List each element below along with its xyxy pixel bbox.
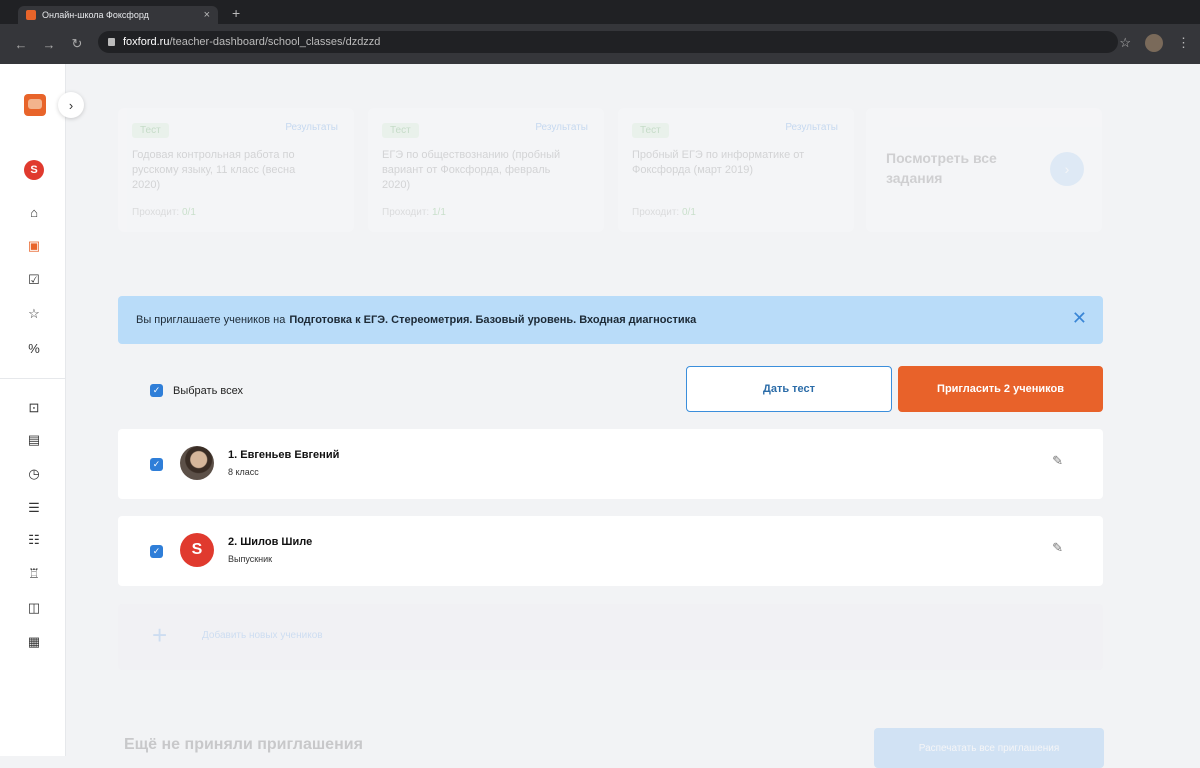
student-row[interactable]: ✓ 1. Евгеньев Евгений 8 класс ✎ bbox=[118, 429, 1103, 499]
student-checkbox[interactable]: ✓ bbox=[150, 458, 163, 471]
trophy-icon[interactable]: ♖ bbox=[26, 566, 42, 582]
task-type-chip: Тест bbox=[132, 123, 169, 138]
select-all-label: Выбрать всех bbox=[173, 384, 243, 397]
results-link[interactable]: Результаты bbox=[285, 122, 338, 133]
progress-label: Проходит: bbox=[132, 207, 180, 218]
close-icon[interactable]: ✕ bbox=[1072, 309, 1087, 327]
student-checkbox[interactable]: ✓ bbox=[150, 545, 163, 558]
progress-value: 0/1 bbox=[682, 207, 696, 218]
favicon-icon bbox=[26, 10, 36, 20]
student-class: Выпускник bbox=[228, 554, 273, 564]
all-tasks-card[interactable]: Посмотреть все задания › bbox=[866, 108, 1102, 232]
task-progress: Проходит: 1/1 bbox=[382, 207, 446, 218]
url-path: /teacher-dashboard/school_classes/dzdzzd bbox=[169, 36, 381, 48]
pending-section-title: Ещё не приняли приглашения bbox=[124, 736, 363, 753]
task-card[interactable]: Тест Результаты ЕГЭ по обществознанию (п… bbox=[368, 108, 604, 232]
foxford-logo-icon[interactable] bbox=[24, 94, 46, 116]
task-title: Годовая контрольная работа по русскому я… bbox=[132, 149, 296, 191]
banner-course-name: Подготовка к ЕГЭ. Стереометрия. Базовый … bbox=[289, 314, 697, 326]
progress-label: Проходит: bbox=[382, 207, 430, 218]
avatar: S bbox=[180, 533, 214, 567]
invite-students-button[interactable]: Пригласить 2 учеников bbox=[898, 366, 1103, 412]
url-input[interactable]: foxford.ru /teacher-dashboard/school_cla… bbox=[98, 31, 1118, 53]
star-icon[interactable]: ☆ bbox=[26, 306, 42, 322]
task-type-chip: Тест bbox=[632, 123, 669, 138]
tab-title: Онлайн-школа Фоксфорд bbox=[42, 10, 149, 20]
select-all-checkbox[interactable]: ✓ bbox=[150, 384, 163, 397]
student-class: 8 класс bbox=[228, 467, 259, 477]
results-link[interactable]: Результаты bbox=[785, 122, 838, 133]
tasks-check-icon[interactable]: ☑ bbox=[26, 272, 42, 288]
progress-value: 1/1 bbox=[432, 207, 446, 218]
book-icon[interactable]: ◫ bbox=[26, 600, 42, 616]
pencil-icon[interactable]: ✎ bbox=[1052, 453, 1063, 469]
square-dot-icon[interactable]: ⊡ bbox=[26, 400, 42, 416]
school-badge[interactable]: S bbox=[24, 160, 44, 180]
sidebar: › S ⌂ ▣ ☑ ☆ % ⊡ ▤ ◷ ☰ ☷ ♖ ◫ ▦ bbox=[0, 64, 84, 756]
reload-icon[interactable]: ↻ bbox=[70, 36, 84, 52]
avatar bbox=[180, 446, 214, 480]
home-icon[interactable]: ⌂ bbox=[26, 204, 42, 220]
back-icon[interactable]: ← bbox=[14, 37, 28, 52]
task-title: ЕГЭ по обществознанию (пробный вариант о… bbox=[382, 149, 561, 191]
student-name: 1. Евгеньев Евгений bbox=[228, 449, 340, 461]
all-tasks-label: Посмотреть все задания bbox=[886, 150, 997, 186]
document-icon[interactable]: ▤ bbox=[26, 432, 42, 448]
notes-icon[interactable]: ▦ bbox=[26, 634, 42, 650]
bookmark-star-icon[interactable]: ☆ bbox=[1119, 35, 1131, 51]
sidebar-divider bbox=[0, 378, 66, 379]
banner-prefix: Вы приглашаете учеников на bbox=[136, 314, 286, 326]
task-type-chip: Тест bbox=[382, 123, 419, 138]
browser-tab-bar: Онлайн-школа Фоксфорд × + bbox=[0, 0, 1200, 24]
progress-value: 0/1 bbox=[182, 207, 196, 218]
stack-icon[interactable]: ☷ bbox=[26, 532, 42, 548]
address-bar: ← → ↻ foxford.ru /teacher-dashboard/scho… bbox=[0, 24, 1200, 64]
progress-label: Проходит: bbox=[632, 207, 680, 218]
percent-icon[interactable]: % bbox=[26, 340, 42, 356]
new-tab-button[interactable]: + bbox=[232, 6, 240, 20]
list-icon[interactable]: ☰ bbox=[26, 500, 42, 516]
task-progress: Проходит: 0/1 bbox=[132, 207, 196, 218]
print-invitations-button[interactable]: Распечатать все приглашения bbox=[874, 728, 1104, 768]
task-card[interactable]: Тест Результаты Пробный ЕГЭ по информати… bbox=[618, 108, 854, 232]
url-host: foxford.ru bbox=[123, 36, 170, 48]
task-card[interactable]: Тест Результаты Годовая контрольная рабо… bbox=[118, 108, 354, 232]
tab-close-icon[interactable]: × bbox=[204, 9, 210, 21]
task-progress: Проходит: 0/1 bbox=[632, 207, 696, 218]
app: › S ⌂ ▣ ☑ ☆ % ⊡ ▤ ◷ ☰ ☷ ♖ ◫ ▦ Тест Резул… bbox=[0, 64, 1200, 768]
arrow-right-icon[interactable]: › bbox=[1050, 152, 1084, 186]
results-link[interactable]: Результаты bbox=[535, 122, 588, 133]
student-name: 2. Шилов Шиле bbox=[228, 536, 313, 548]
student-row[interactable]: ✓ S 2. Шилов Шиле Выпускник ✎ bbox=[118, 516, 1103, 586]
pencil-icon[interactable]: ✎ bbox=[1052, 540, 1063, 556]
forward-icon[interactable]: → bbox=[42, 37, 56, 52]
profile-avatar[interactable] bbox=[1145, 34, 1163, 52]
browser-tab[interactable]: Онлайн-школа Фоксфорд × bbox=[18, 6, 218, 24]
add-students-label: Добавить новых учеников bbox=[202, 630, 323, 641]
task-title: Пробный ЕГЭ по информатике от Фоксфорда … bbox=[632, 149, 805, 176]
add-students-row[interactable]: + Добавить новых учеников bbox=[118, 604, 1103, 670]
select-all[interactable]: ✓ Выбрать всех bbox=[150, 384, 243, 397]
lock-icon bbox=[108, 38, 115, 46]
classroom-icon[interactable]: ▣ bbox=[26, 238, 42, 254]
clock-icon[interactable]: ◷ bbox=[26, 466, 42, 482]
sidebar-expand-button[interactable]: › bbox=[58, 92, 84, 118]
plus-icon: + bbox=[152, 620, 168, 650]
menu-dots-icon[interactable]: ⋮ bbox=[1177, 35, 1190, 51]
invitation-banner: Вы приглашаете учеников на Подготовка к … bbox=[118, 296, 1103, 344]
give-test-button[interactable]: Дать тест bbox=[686, 366, 892, 412]
